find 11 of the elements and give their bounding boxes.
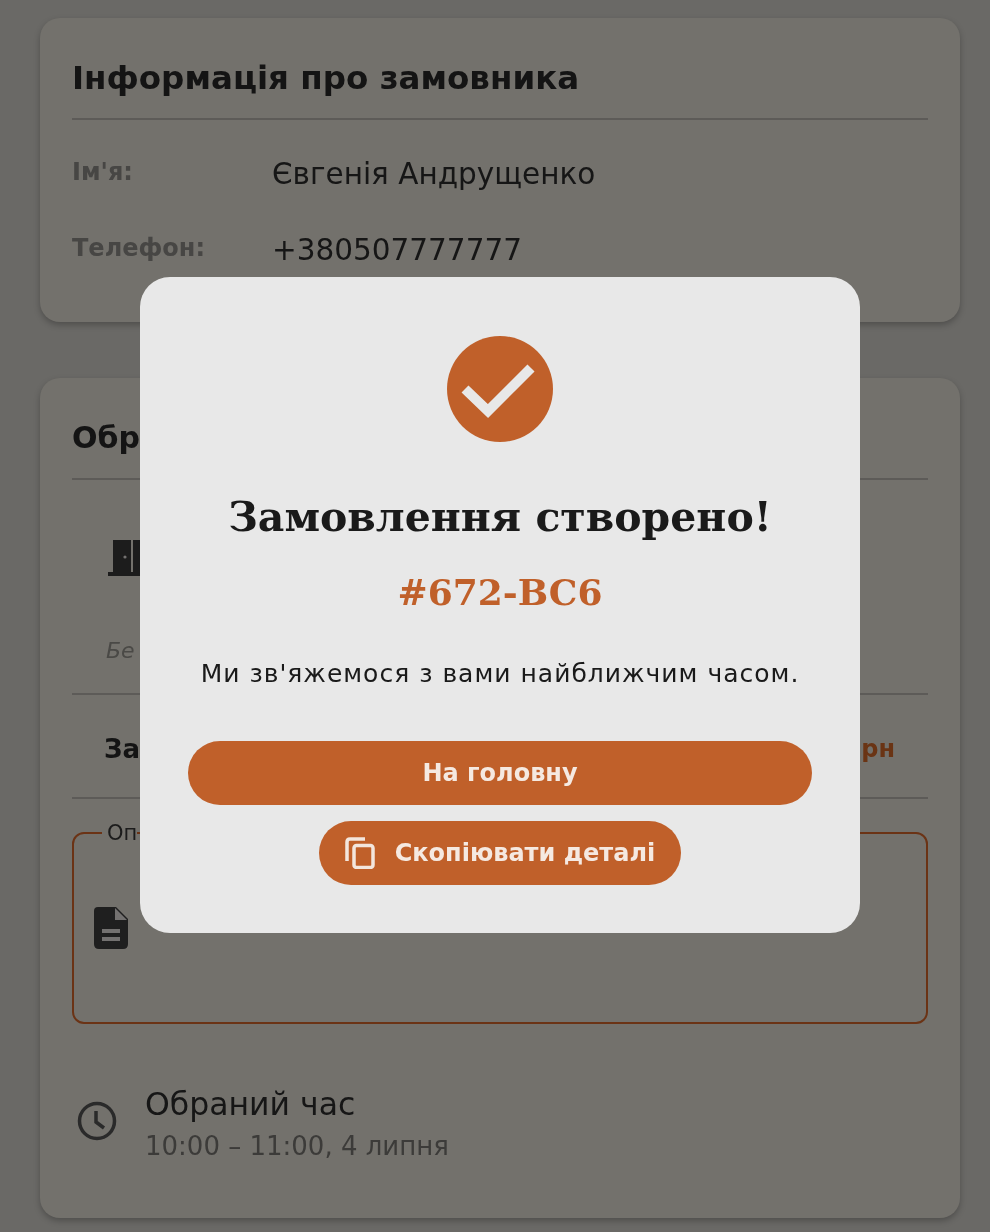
card-title: Інформація про замовника xyxy=(72,58,580,98)
order-number: #672-BC6 xyxy=(397,570,603,614)
field-value: +380507777777 xyxy=(272,232,522,268)
dialog-message: Ми зв'яжемося з вами найближчим часом. xyxy=(200,658,800,690)
dialog-title: Замовлення створено! xyxy=(228,492,772,543)
time-label: Обраний час xyxy=(145,1085,356,1124)
field-legend: Оп xyxy=(102,821,138,845)
field-value: Євгенія Андрущенко xyxy=(272,156,596,192)
total-label: За xyxy=(104,733,141,766)
card-title: Обр xyxy=(72,419,140,457)
total-value: рн xyxy=(861,734,895,765)
